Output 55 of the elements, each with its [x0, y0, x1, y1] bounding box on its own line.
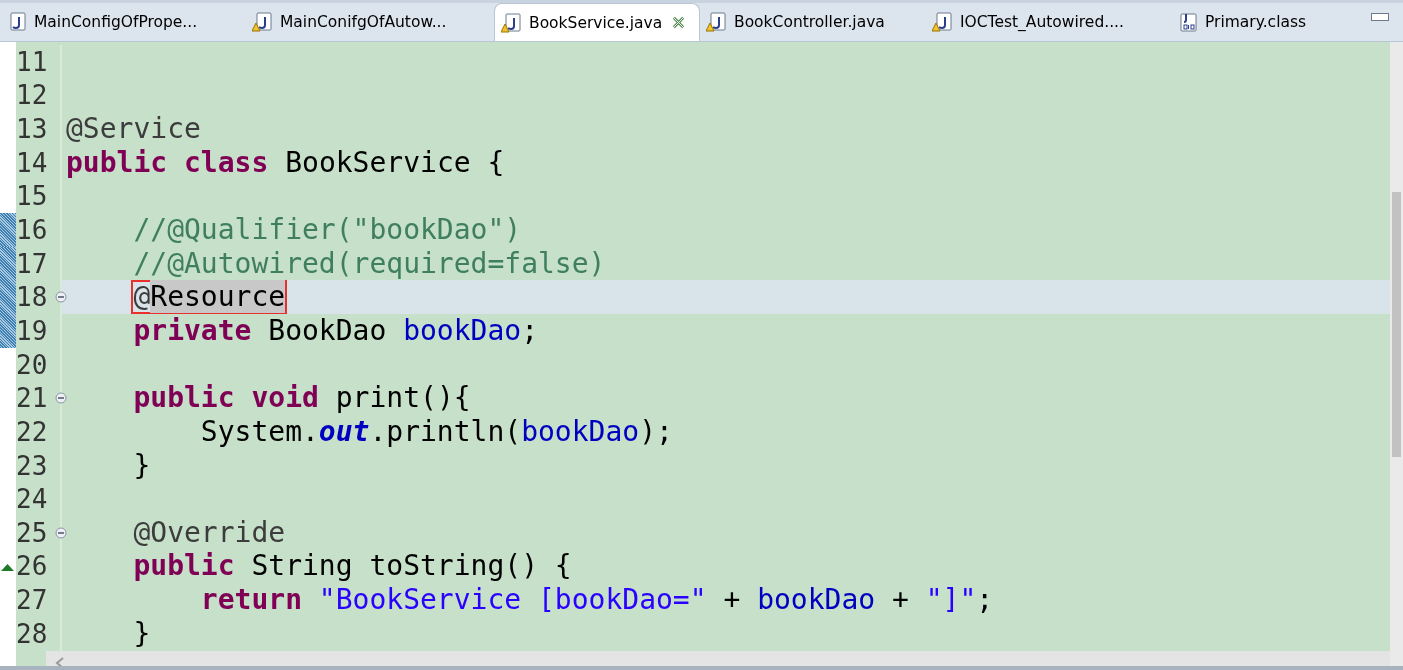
line-number: 22 [16, 416, 48, 447]
change-marker [0, 314, 16, 348]
code-line: return "BookService [bookDao=" + bookDao + "]"; [200, 585, 994, 616]
change-marker [0, 246, 16, 281]
code-line: public class BookService { [66, 147, 505, 178]
change-marker [0, 213, 16, 247]
code-line: System.out.println(bookDao); [200, 416, 673, 447]
line-number: 20 [16, 349, 48, 380]
scroll-left-icon[interactable] [54, 655, 66, 666]
editor-tab[interactable]: Primary.class [1171, 3, 1361, 41]
override-icon [1, 563, 14, 571]
editor-tab[interactable]: MainConfigOfPrope... [0, 3, 246, 41]
line-number: 24 [16, 484, 48, 515]
code-line: @Override [133, 517, 286, 548]
code-line: public String toString() { [133, 551, 572, 582]
editor-tab[interactable]: IOCTest_Autowired.... [926, 3, 1171, 41]
editor-tab[interactable]: MainConifgOfAutow... [246, 3, 494, 41]
code-line: @Resource [133, 282, 286, 313]
line-number: 25 [16, 517, 48, 548]
line-number: 11 [16, 46, 48, 77]
line-number: 17 [16, 248, 48, 279]
java-file-warning-icon [932, 11, 954, 33]
code-line: @Service [66, 114, 201, 145]
line-number: 18 [16, 282, 48, 313]
java-file-warning-icon [501, 11, 523, 34]
line-number: 19 [16, 315, 48, 346]
line-number: 26 [16, 551, 48, 582]
line-number: 14 [16, 147, 48, 178]
line-number: 21 [16, 383, 48, 414]
line-number: 12 [16, 80, 48, 111]
code-line: private BookDao bookDao; [133, 315, 539, 346]
line-number: 27 [16, 585, 48, 616]
code-line: } [133, 450, 151, 481]
code-line: } [133, 618, 151, 649]
close-icon[interactable] [672, 16, 686, 29]
collapse-icon[interactable] [55, 526, 67, 539]
minimize-icon[interactable] [1371, 13, 1389, 21]
editor-tab[interactable]: BookController.java [700, 3, 926, 41]
line-number: 16 [16, 215, 48, 245]
vertical-scrollbar[interactable] [1390, 42, 1403, 666]
java-file-warning-icon [252, 11, 274, 33]
collapse-icon[interactable] [55, 392, 67, 405]
scrollbar-thumb[interactable] [1392, 192, 1401, 457]
class-file-icon [1177, 11, 1199, 33]
editor-tab[interactable]: BookService.java [494, 3, 700, 41]
java-file-warning-icon [706, 11, 728, 33]
change-marker [0, 280, 16, 315]
code-line: //@Autowired(required=false) [133, 248, 606, 279]
code-line: //@Qualifier("bookDao") [133, 215, 522, 245]
line-number: 23 [16, 450, 48, 481]
line-number: 13 [16, 114, 48, 145]
line-number: 15 [16, 181, 48, 212]
line-number: 28 [16, 618, 48, 649]
collapse-icon[interactable] [55, 291, 67, 304]
code-line: public void print(){ [133, 383, 471, 414]
